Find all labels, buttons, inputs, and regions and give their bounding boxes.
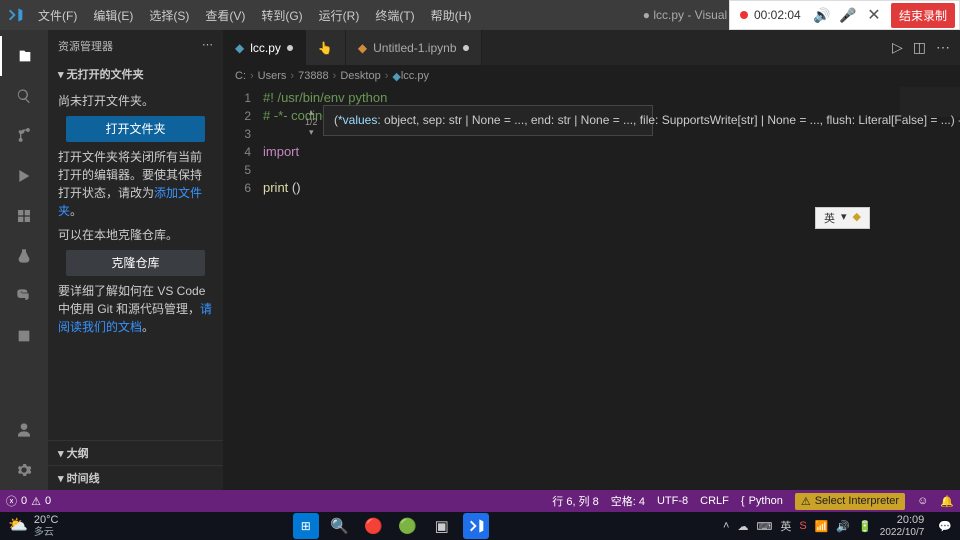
menu-run[interactable]: 运行(R): [311, 7, 368, 24]
menu-bar: 文件(F) 编辑(E) 选择(S) 查看(V) 转到(G) 运行(R) 终端(T…: [30, 7, 479, 24]
menu-help[interactable]: 帮助(H): [423, 7, 480, 24]
activity-explorer[interactable]: [0, 36, 48, 76]
tab-untitled-ipynb[interactable]: ◆ Untitled-1.ipynb: [346, 30, 482, 65]
weather-icon: ⛅: [8, 517, 28, 535]
menu-terminal[interactable]: 终端(T): [367, 7, 422, 24]
recording-bar: 00:02:04 🔊 🎤 ✕ 结束录制: [729, 0, 960, 30]
activity-extensions[interactable]: [0, 196, 48, 236]
code-editor[interactable]: 123456 #! /usr/bin/env python # -*- codi…: [223, 87, 960, 490]
line-gutter: 123456: [223, 89, 263, 490]
taskbar-tray: ˄ ☁ ⌨ 英 S 📶 🔊 🔋 20:09 2022/10/7 💬: [715, 514, 960, 537]
mic-icon[interactable]: 🎤: [835, 7, 861, 24]
signature-tooltip: (*values: object, sep: str | None = ...,…: [323, 105, 653, 136]
explorer-sidebar: 资源管理器 ⋯ 无打开的文件夹 尚未打开文件夹。 打开文件夹 打开文件夹将关闭所…: [48, 30, 223, 490]
activity-testing[interactable]: [0, 236, 48, 276]
status-problems[interactable]: ⓧ0 ⚠0: [6, 493, 51, 509]
taskbar-search-icon[interactable]: 🔍: [327, 513, 353, 539]
taskbar-center: ⊞ 🔍 🔴 🟢 ▣: [67, 513, 716, 539]
run-file-icon[interactable]: ▷: [892, 39, 903, 56]
record-dot-icon: [740, 11, 748, 19]
taskbar-clock[interactable]: 20:09 2022/10/7: [880, 514, 931, 537]
tray-battery-icon[interactable]: 🔋: [858, 520, 872, 533]
more-actions-icon[interactable]: ⋯: [936, 39, 950, 56]
explorer-title: 资源管理器: [58, 38, 113, 54]
menu-select[interactable]: 选择(S): [141, 7, 197, 24]
tab-lcc-py[interactable]: ◆ lcc.py: [223, 30, 306, 65]
status-encoding[interactable]: UTF-8: [657, 495, 688, 507]
activity-scm[interactable]: [0, 116, 48, 156]
unsaved-dot-icon: [287, 45, 293, 51]
record-time: 00:02:04: [754, 8, 809, 22]
explorer-header: 资源管理器 ⋯: [48, 30, 223, 62]
tray-wifi-icon[interactable]: 📶: [815, 520, 829, 533]
section-outline[interactable]: 大纲: [48, 440, 223, 465]
explorer-more-icon[interactable]: ⋯: [202, 38, 213, 54]
activity-python[interactable]: [0, 276, 48, 316]
status-feedback-icon[interactable]: ☺: [917, 495, 928, 507]
split-editor-icon[interactable]: ◫: [913, 39, 926, 56]
tray-notifications-icon[interactable]: 💬: [938, 520, 952, 533]
status-spaces[interactable]: 空格: 4: [611, 493, 645, 509]
git-info-text: 要详细了解如何在 VS Code 中使用 Git 和源代码管理，请阅读我们的文档…: [58, 282, 213, 336]
menu-file[interactable]: 文件(F): [30, 7, 85, 24]
editor-area: ◆ lcc.py 👆 ◆ Untitled-1.ipynb ▷ ◫ ⋯ C:› …: [223, 30, 960, 490]
activity-search[interactable]: [0, 76, 48, 116]
editor-tabs: ◆ lcc.py 👆 ◆ Untitled-1.ipynb ▷ ◫ ⋯: [223, 30, 960, 65]
warning-icon: ⚠: [31, 495, 41, 508]
ime-indicator[interactable]: 英▾◆: [815, 207, 870, 229]
status-eol[interactable]: CRLF: [700, 495, 729, 507]
clone-info-text: 可以在本地克隆仓库。: [58, 226, 213, 244]
taskbar-edge-icon[interactable]: 🟢: [395, 513, 421, 539]
stop-record-button[interactable]: 结束录制: [891, 3, 955, 28]
tray-onedrive-icon[interactable]: ☁: [737, 520, 748, 533]
menu-edit[interactable]: 编辑(E): [85, 7, 141, 24]
status-language[interactable]: { Python: [741, 495, 783, 507]
start-button[interactable]: ⊞: [293, 513, 319, 539]
activity-other[interactable]: [0, 316, 48, 356]
tray-keyboard-icon[interactable]: ⌨: [756, 520, 772, 533]
taskbar-terminal-icon[interactable]: ▣: [429, 513, 455, 539]
status-interpreter[interactable]: ⚠ Select Interpreter: [795, 493, 905, 510]
python-file-icon: ◆: [235, 41, 244, 55]
activity-settings[interactable]: [0, 450, 48, 490]
open-info-text: 打开文件夹将关闭所有当前打开的编辑器。要使其保持打开状态，请改为添加文件夹。: [58, 148, 213, 220]
vscode-logo: [0, 7, 30, 23]
clone-repo-button[interactable]: 克隆仓库: [66, 250, 206, 276]
taskbar-weather[interactable]: ⛅ 20°C多云: [0, 514, 67, 537]
editor-actions: ▷ ◫ ⋯: [882, 30, 960, 65]
menu-view[interactable]: 查看(V): [197, 7, 253, 24]
taskbar-chrome-icon[interactable]: 🔴: [361, 513, 387, 539]
unsaved-dot-icon: [463, 45, 469, 51]
taskbar-vscode-icon[interactable]: [463, 513, 489, 539]
breadcrumb[interactable]: C:› Users› 73888› Desktop› ◆ lcc.py: [223, 65, 960, 87]
menu-goto[interactable]: 转到(G): [253, 7, 310, 24]
explorer-body: 尚未打开文件夹。 打开文件夹 打开文件夹将关闭所有当前打开的编辑器。要使其保持打…: [48, 86, 223, 348]
activity-bar: [0, 30, 48, 490]
tray-lang[interactable]: 英: [780, 518, 791, 534]
section-timeline[interactable]: 时间线: [48, 465, 223, 490]
error-icon: ⓧ: [6, 493, 17, 509]
windows-taskbar: ⛅ 20°C多云 ⊞ 🔍 🔴 🟢 ▣ ˄ ☁ ⌨ 英 S 📶 🔊 🔋 20:09…: [0, 512, 960, 540]
section-no-folder[interactable]: 无打开的文件夹: [48, 62, 223, 86]
status-bar: ⓧ0 ⚠0 行 6, 列 8 空格: 4 UTF-8 CRLF { Python…: [0, 490, 960, 512]
activity-debug[interactable]: [0, 156, 48, 196]
main-area: 资源管理器 ⋯ 无打开的文件夹 尚未打开文件夹。 打开文件夹 打开文件夹将关闭所…: [0, 30, 960, 490]
open-folder-button[interactable]: 打开文件夹: [66, 116, 206, 142]
notebook-file-icon: ◆: [358, 41, 367, 55]
status-ln-col[interactable]: 行 6, 列 8: [552, 493, 598, 509]
tab-cursor[interactable]: 👆: [306, 30, 346, 65]
code-lines[interactable]: #! /usr/bin/env python # -*- coding: UTF…: [263, 89, 960, 490]
signature-nav[interactable]: ▴1/2▾: [305, 107, 318, 137]
tray-app-icon[interactable]: S: [799, 520, 806, 532]
activity-account[interactable]: [0, 410, 48, 450]
tray-chevron-icon[interactable]: ˄: [723, 520, 729, 532]
tray-volume-icon[interactable]: 🔊: [836, 520, 850, 533]
volume-icon[interactable]: 🔊: [809, 7, 835, 24]
close-record-icon[interactable]: ✕: [861, 5, 887, 25]
no-folder-text: 尚未打开文件夹。: [58, 92, 213, 110]
status-bell-icon[interactable]: 🔔: [940, 495, 954, 508]
